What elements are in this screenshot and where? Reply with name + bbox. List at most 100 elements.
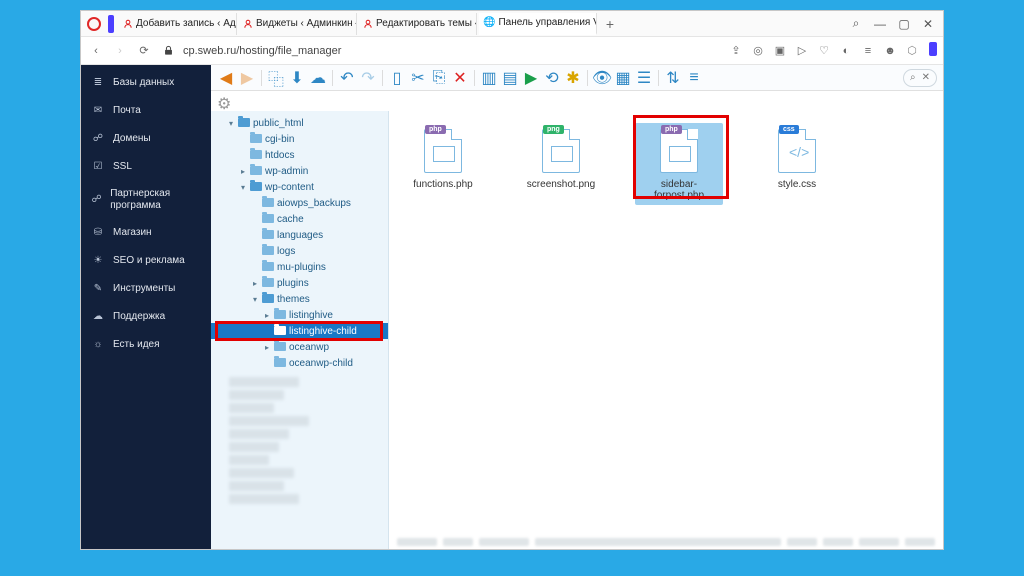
- toolbar-search[interactable]: ⌕ ✕: [903, 69, 937, 87]
- maximize-button[interactable]: ▢: [893, 13, 915, 35]
- globe-icon: 🌐: [483, 17, 495, 28]
- accent-bar-icon: [108, 15, 114, 33]
- sidebar-item-ssl[interactable]: ☑SSL: [81, 153, 211, 181]
- file-icon: php: [421, 127, 465, 175]
- forward-button[interactable]: ›: [111, 42, 129, 60]
- new-file-button[interactable]: ▯: [388, 69, 406, 87]
- tab-0[interactable]: Добавить запись ‹ Адми: [119, 13, 237, 35]
- close-button[interactable]: ✕: [917, 13, 939, 35]
- sidebar-item-tools[interactable]: ✎Инструменты: [81, 275, 211, 303]
- grid-view-button[interactable]: ▦: [614, 69, 632, 87]
- tree-label: public_html: [253, 118, 304, 129]
- filter-button[interactable]: ≡: [685, 69, 703, 87]
- person-icon: [243, 19, 253, 29]
- nav-forward-button[interactable]: ▶: [238, 69, 256, 87]
- list-view-button[interactable]: ☰: [635, 69, 653, 87]
- tree-row-themes[interactable]: ▾themes: [211, 291, 388, 307]
- search-window-icon[interactable]: ⌕: [845, 13, 867, 35]
- menu-icon[interactable]: ≡: [859, 42, 877, 60]
- tree-label: listinghive-child: [289, 326, 357, 337]
- opera-logo[interactable]: [85, 15, 103, 33]
- tree-label: cache: [277, 214, 304, 225]
- tree-row-public_html[interactable]: ▾public_html: [211, 115, 388, 131]
- share-icon[interactable]: ⇪: [727, 42, 745, 60]
- folder-icon: [262, 278, 274, 288]
- download-button[interactable]: ⬇: [288, 69, 306, 87]
- run-button[interactable]: ▶: [522, 69, 540, 87]
- extract-button[interactable]: ▤: [501, 69, 519, 87]
- url-text[interactable]: cp.sweb.ru/hosting/file_manager: [183, 45, 721, 57]
- tree-row-wp-content[interactable]: ▾wp-content: [211, 179, 388, 195]
- sidebar-item-label: Есть идея: [113, 339, 160, 351]
- tree-row-oceanwp-child[interactable]: oceanwp-child: [211, 355, 388, 371]
- profile-icon[interactable]: ☻: [881, 42, 899, 60]
- star-button[interactable]: ✱: [564, 69, 582, 87]
- close-icon[interactable]: ✕: [922, 72, 930, 83]
- tree-row-logs[interactable]: logs: [211, 243, 388, 259]
- tab-2[interactable]: Редактировать темы ‹ А: [359, 13, 477, 35]
- folder-icon: [262, 230, 274, 240]
- caret-icon: ▾: [251, 295, 259, 304]
- titlebar: Добавить запись ‹ Адми Виджеты ‹ Админки…: [81, 11, 943, 37]
- tree-row-oceanwp[interactable]: ▸oceanwp: [211, 339, 388, 355]
- sidebar-item-partner[interactable]: ☍Партнерская программа: [81, 181, 211, 219]
- camera-icon[interactable]: ◎: [749, 42, 767, 60]
- tab-label: Добавить запись ‹ Адми: [136, 18, 237, 29]
- tree-row-mu-plugins[interactable]: mu-plugins: [211, 259, 388, 275]
- sitemap-icon: ☍: [91, 132, 105, 146]
- redo-button[interactable]: ↷: [359, 69, 377, 87]
- back-button[interactable]: ‹: [87, 42, 105, 60]
- heart-icon[interactable]: ♡: [815, 42, 833, 60]
- tree-row-cgi-bin[interactable]: cgi-bin: [211, 131, 388, 147]
- file-item-style.css[interactable]: </>cssstyle.css: [753, 123, 841, 205]
- file-list: phpfunctions.php pngscreenshot.png phpside…: [389, 111, 943, 549]
- file-label: screenshot.png: [527, 179, 595, 190]
- delete-button[interactable]: ✕: [451, 69, 469, 87]
- sidebar-item-label: Почта: [113, 105, 141, 117]
- sidebar-item-idea[interactable]: ☼Есть идея: [81, 331, 211, 359]
- left-sidebar: ≣Базы данных ✉Почта ☍Домены ☑SSL ☍Партне…: [81, 65, 211, 549]
- tree-row-languages[interactable]: languages: [211, 227, 388, 243]
- tree-row-aiowps_backups[interactable]: aiowps_backups: [211, 195, 388, 211]
- file-icon: php: [657, 127, 701, 175]
- minimize-button[interactable]: —: [869, 13, 891, 35]
- main-panel: ◀ ▶ ⿻ ⬇ ☁ ↶ ↷ ▯ ✂ ⎘ ✕ ▥ ▤ ▶ ⟲ ✱: [211, 65, 943, 549]
- tree-row-wp-admin[interactable]: ▸wp-admin: [211, 163, 388, 179]
- copy-button[interactable]: ⿻: [267, 69, 285, 87]
- undo-button[interactable]: ↶: [338, 69, 356, 87]
- refresh-button[interactable]: ⟲: [543, 69, 561, 87]
- cube-icon[interactable]: ▣: [771, 42, 789, 60]
- new-tab-button[interactable]: +: [599, 16, 621, 32]
- cut-button[interactable]: ✂: [409, 69, 427, 87]
- sidebar-item-label: SSL: [113, 161, 132, 173]
- sidebar-item-domains[interactable]: ☍Домены: [81, 125, 211, 153]
- gear-icon[interactable]: ⚙: [217, 94, 231, 108]
- sidebar-item-seo[interactable]: ☀SEO и реклама: [81, 247, 211, 275]
- sidebar-item-mail[interactable]: ✉Почта: [81, 97, 211, 125]
- tab-1[interactable]: Виджеты ‹ Админкин —: [239, 13, 357, 35]
- folder-icon: [274, 326, 286, 336]
- tree-row-htdocs[interactable]: htdocs: [211, 147, 388, 163]
- cloud-button[interactable]: ☁: [309, 69, 327, 87]
- tree-row-listinghive[interactable]: ▸listinghive: [211, 307, 388, 323]
- file-item-screenshot.png[interactable]: pngscreenshot.png: [517, 123, 605, 205]
- tree-row-listinghive-child[interactable]: listinghive-child: [211, 323, 388, 339]
- play-icon[interactable]: ▷: [793, 42, 811, 60]
- reload-button[interactable]: ⟳: [135, 42, 153, 60]
- preview-button[interactable]: 👁: [593, 69, 611, 87]
- extension-icon[interactable]: ⬡: [903, 42, 921, 60]
- toggle-icon[interactable]: ◐: [837, 42, 855, 60]
- file-item-functions.php[interactable]: phpfunctions.php: [399, 123, 487, 205]
- tree-row-plugins[interactable]: ▸plugins: [211, 275, 388, 291]
- sort-button[interactable]: ⇅: [664, 69, 682, 87]
- tree-row-cache[interactable]: cache: [211, 211, 388, 227]
- sidebar-item-database[interactable]: ≣Базы данных: [81, 69, 211, 97]
- archive-button[interactable]: ▥: [480, 69, 498, 87]
- sidebar-item-support[interactable]: ☁Поддержка: [81, 303, 211, 331]
- clipboard-button[interactable]: ⎘: [430, 69, 448, 87]
- file-item-sidebar-forpost.php[interactable]: phpsidebar-forpost.php: [635, 123, 723, 205]
- nav-back-button[interactable]: ◀: [217, 69, 235, 87]
- sidebar-item-shop[interactable]: ⛁Магазин: [81, 219, 211, 247]
- tab-3[interactable]: 🌐Панель управления VH: [479, 13, 597, 35]
- caret-icon: ▸: [239, 167, 247, 176]
